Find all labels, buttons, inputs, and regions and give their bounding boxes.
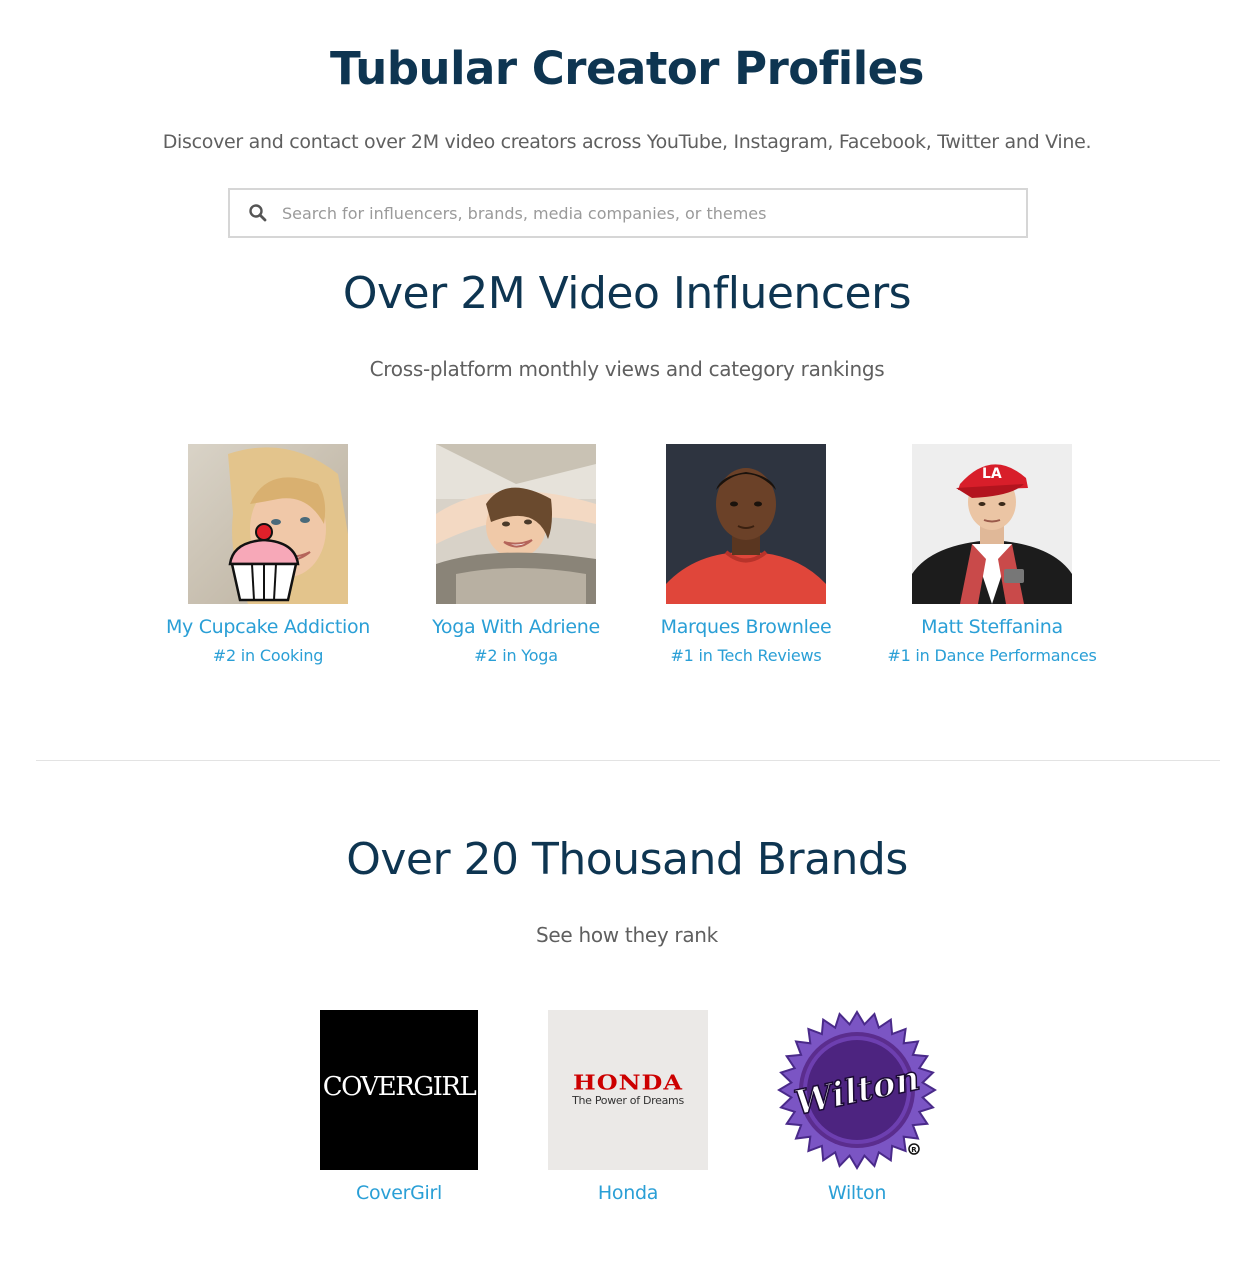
brand-card-covergirl[interactable]: COVERGIRL CoverGirl (298, 1010, 500, 1204)
brands-heading: Over 20 Thousand Brands (346, 834, 908, 885)
influencers-heading: Over 2M Video Influencers (342, 268, 912, 319)
honda-logo: HONDA The Power of Dreams (548, 1010, 708, 1170)
wilton-logo: Wilton R (777, 1010, 937, 1170)
brand-name: Honda (597, 1182, 659, 1204)
influencer-name: Marques Brownlee (660, 616, 832, 638)
influencer-rank: #1 in Dance Performances (887, 646, 1097, 665)
influencer-name: Matt Steffanina (921, 616, 1063, 638)
page-title: Tubular Creator Profiles (330, 42, 924, 95)
svg-text:LA: LA (982, 466, 1002, 482)
search-input[interactable] (282, 190, 1002, 236)
influencer-avatar (436, 444, 596, 604)
influencer-avatar (666, 444, 826, 604)
influencer-rank: #1 in Tech Reviews (670, 646, 822, 665)
svg-text:R: R (911, 1146, 917, 1154)
influencer-avatar: LA (912, 444, 1072, 604)
brand-name: CoverGirl (355, 1182, 443, 1204)
section-divider (36, 760, 1220, 761)
influencer-avatar (188, 444, 348, 604)
influencer-name: My Cupcake Addiction (165, 616, 371, 638)
influencer-card-yoga-with-adriene[interactable]: Yoga With Adriene #2 in Yoga (396, 444, 636, 665)
page-subtitle: Discover and contact over 2M video creat… (162, 131, 1092, 153)
influencers-subheading: Cross-platform monthly views and categor… (369, 357, 885, 381)
brands-subheading: See how they rank (536, 923, 718, 947)
influencer-card-matt-steffanina[interactable]: LA Matt Steffanina #1 in Dance Performan… (862, 444, 1122, 665)
influencer-card-marques-brownlee[interactable]: Marques Brownlee #1 in Tech Reviews (636, 444, 856, 665)
covergirl-logo: COVERGIRL (320, 1010, 478, 1170)
influencer-card-my-cupcake-addiction[interactable]: My Cupcake Addiction #2 in Cooking (138, 444, 398, 665)
influencer-rank: #2 in Cooking (212, 646, 324, 665)
brand-name: Wilton (827, 1182, 887, 1204)
search-icon (249, 204, 267, 222)
influencer-name: Yoga With Adriene (432, 616, 600, 638)
influencer-rank: #2 in Yoga (474, 646, 558, 665)
brand-card-wilton[interactable]: Wilton R Wilton (757, 1010, 957, 1204)
brand-card-honda[interactable]: HONDA The Power of Dreams Honda (528, 1010, 728, 1204)
search-box[interactable] (228, 188, 1028, 238)
